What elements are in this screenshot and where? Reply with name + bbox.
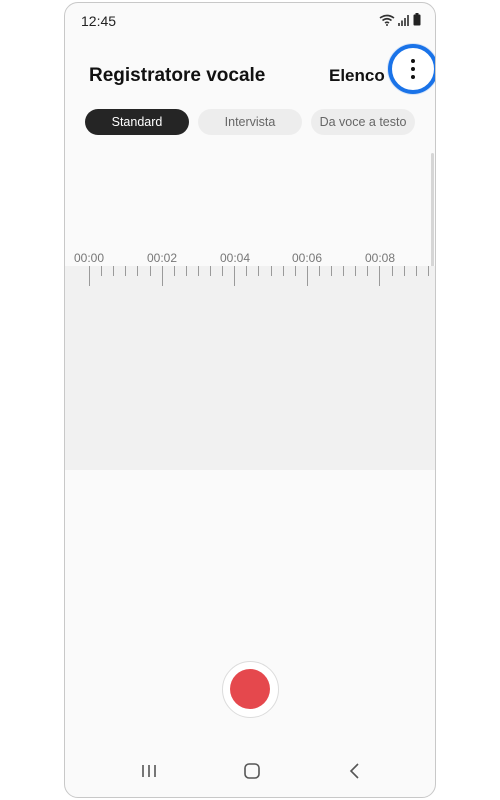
timeline-tick [343,266,345,276]
timeline-tick [149,266,151,276]
tab-interview[interactable]: Intervista [198,109,302,135]
record-button[interactable] [222,661,279,718]
timeline-tick [427,266,429,276]
timeline-tick [173,266,175,276]
waveform-area [65,266,435,470]
timeline-label: 00:02 [146,251,178,265]
timeline-label: 00:06 [291,251,323,265]
timeline-tick [113,266,115,276]
timeline-tick [210,266,211,276]
timeline-tick [294,266,296,276]
back-icon[interactable] [343,759,367,783]
timeline-tick [415,266,417,276]
timeline-tick [161,266,163,286]
recent-apps-icon[interactable] [137,759,161,783]
timeline-tick [185,266,187,276]
wifi-icon [379,13,395,31]
status-bar: 12:45 [65,3,435,37]
timeline-tick [197,266,199,276]
signal-icon [398,13,410,31]
timeline-labels: 00:00 00:02 00:04 00:06 00:08 [65,251,435,265]
home-icon[interactable] [240,759,264,783]
timeline-tick [379,266,381,286]
mode-tabs: Standard Intervista Da voce a testo [65,109,435,135]
timeline-tick [331,266,332,276]
timeline-tick [270,266,272,276]
battery-icon [413,13,421,31]
timeline-tick [101,266,103,276]
record-icon [230,669,270,709]
timeline-tick [89,266,90,286]
list-button[interactable]: Elenco [329,66,385,86]
navigation-bar [65,745,435,797]
timeline-tick [403,266,405,276]
tab-standard[interactable]: Standard [85,109,189,135]
timeline-label: 00:04 [219,251,251,265]
tab-speech-to-text[interactable]: Da voce a testo [311,109,415,135]
timeline-tick [246,266,248,276]
timeline-tick [306,266,308,286]
timeline-tick [222,266,224,276]
timeline-tick [391,266,393,276]
timeline-label: 00:00 [73,251,105,265]
timeline-tick [234,266,236,286]
phone-frame: 12:45 Registratore vocale Elenco Standar… [64,2,436,798]
page-title: Registratore vocale [89,65,266,86]
status-icons [379,13,421,31]
timeline-tick [258,266,260,276]
timeline-tick [367,266,369,276]
timeline-tick [282,266,284,276]
more-options-icon[interactable] [402,58,424,80]
timeline-tick [318,266,320,276]
timeline-tick [355,266,357,276]
timeline-tick [137,266,139,276]
timeline-tick [125,266,127,276]
timeline-label: 00:08 [364,251,396,265]
status-time: 12:45 [81,13,117,29]
